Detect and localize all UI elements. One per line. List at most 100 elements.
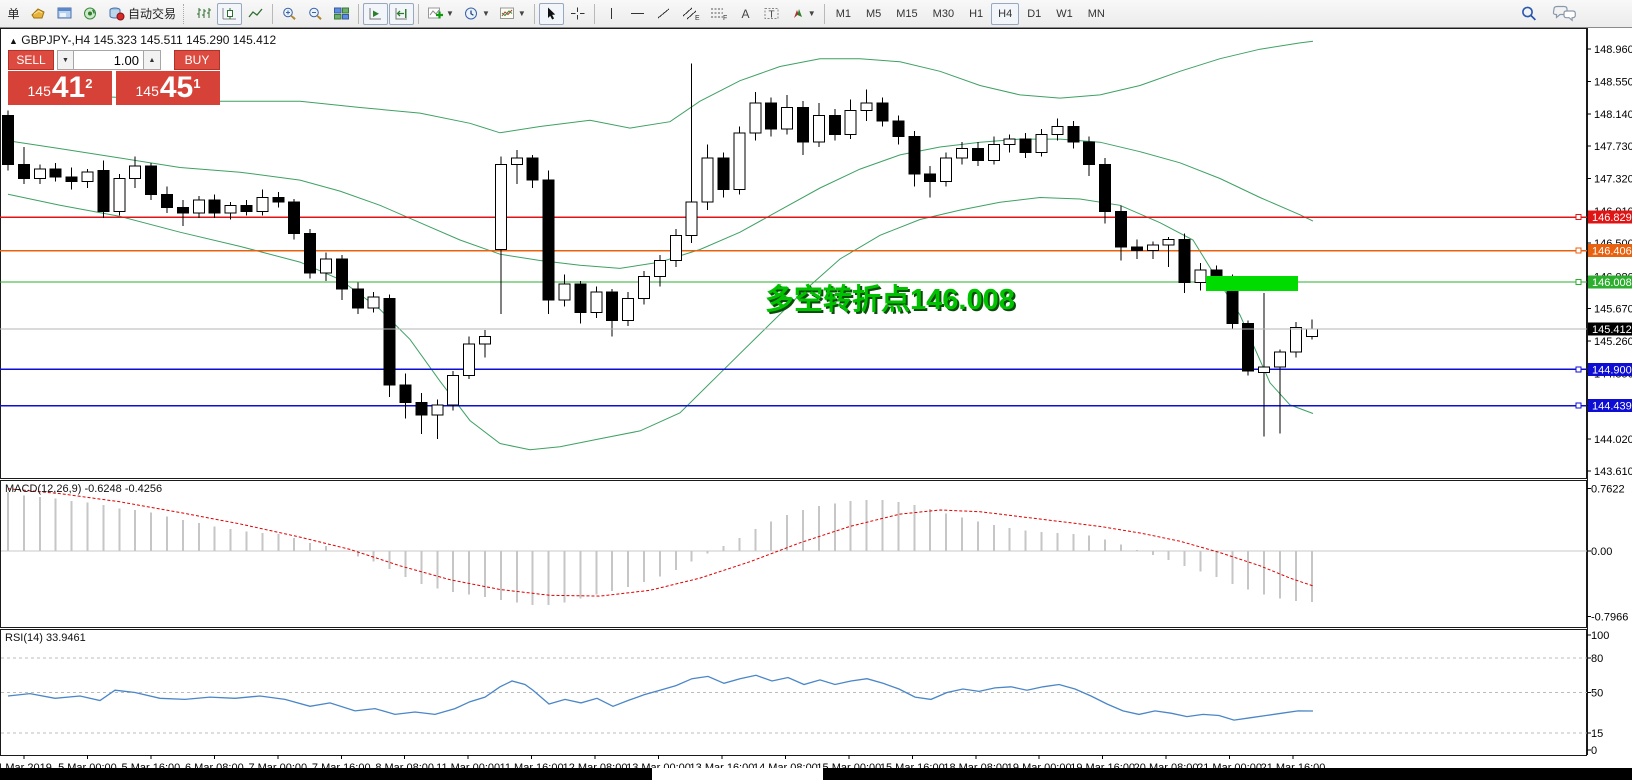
svg-text:0.7622: 0.7622 (1591, 484, 1625, 496)
vertical-line-tool-button[interactable] (599, 3, 624, 25)
svg-text:146.406: 146.406 (1592, 246, 1632, 258)
crosshair-icon (569, 6, 586, 21)
timeframe-m5[interactable]: M5 (859, 3, 888, 25)
bull-candle (1052, 126, 1063, 134)
buy-price-box[interactable]: 145 45 1 (116, 71, 220, 105)
volume-input[interactable] (74, 50, 144, 70)
bull-candle (1306, 329, 1317, 336)
volume-up-button[interactable]: ▲ (144, 50, 161, 70)
zoom-in-button[interactable] (277, 3, 302, 25)
sell-button[interactable]: SELL (8, 50, 54, 70)
main-toolbar: 单 自动交易 ▼ ▼ (0, 0, 1632, 28)
tile-windows-button[interactable] (329, 3, 354, 25)
bear-candle (241, 205, 252, 211)
panel-gap (161, 50, 174, 70)
bull-candle (861, 103, 872, 111)
label-tool-button[interactable]: T (759, 3, 784, 25)
bull-candle (782, 108, 793, 129)
cursor-tool-button[interactable] (539, 3, 564, 25)
buy-button[interactable]: BUY (174, 50, 220, 70)
trendline-tool-button[interactable] (651, 3, 676, 25)
svg-text:147.730: 147.730 (1594, 141, 1632, 153)
taskbar-gap (652, 768, 823, 780)
add-indicator-button[interactable]: ▼ (423, 3, 458, 25)
autotrade-button[interactable]: 自动交易 (104, 3, 180, 25)
buy-price-big: 45 (160, 73, 193, 103)
one-click-trading-panel: SELL ▼ ▲ BUY 145 41 2 145 45 1 (8, 50, 220, 105)
svg-text:0.00: 0.00 (1591, 546, 1612, 558)
add-indicator-icon (427, 6, 444, 21)
chart-canvas[interactable]: 148.960148.550148.140147.730147.320146.9… (0, 28, 1632, 768)
svg-text:144.439: 144.439 (1592, 401, 1632, 413)
rsi-axis-labels: 1008050150 (1587, 630, 1609, 757)
chart-title: GBPJPY-,H4 145.323 145.511 145.290 145.4… (21, 33, 276, 47)
blue-window-icon (56, 6, 73, 21)
bull-candle (34, 169, 45, 178)
crosshair-tool-button[interactable] (565, 3, 590, 25)
horizontal-line-icon (629, 6, 646, 21)
bear-candle (18, 164, 29, 178)
label-letter: T (768, 10, 774, 21)
fibonacci-icon: F (709, 6, 728, 21)
fibonacci-tool-button[interactable]: F (705, 3, 732, 25)
timeframe-d1[interactable]: D1 (1020, 3, 1048, 25)
timeframe-m1[interactable]: M1 (829, 3, 858, 25)
chart-shift-button[interactable] (389, 3, 414, 25)
hline-handle (1576, 403, 1581, 408)
svg-text:143.610: 143.610 (1594, 466, 1632, 478)
bull-candle (670, 235, 681, 260)
market-watch-icon[interactable] (26, 3, 51, 25)
bear-candle (1243, 324, 1254, 371)
template-icon (499, 6, 516, 21)
svg-text:148.960: 148.960 (1594, 44, 1632, 56)
horizontal-line-tool-button[interactable] (625, 3, 650, 25)
bear-candle (1100, 164, 1111, 211)
timeframe-h1[interactable]: H1 (962, 3, 990, 25)
text-tool-button[interactable]: A (733, 3, 758, 25)
periods-button[interactable]: ▼ (459, 3, 494, 25)
new-order-button-partial[interactable]: 单 (2, 3, 25, 25)
price-axis-ticks: 148.960148.550148.140147.730147.320146.9… (1587, 44, 1632, 478)
bull-candle (686, 202, 697, 235)
timeframe-m15[interactable]: M15 (889, 3, 924, 25)
channel-tool-button[interactable]: E (677, 3, 704, 25)
auto-scroll-button[interactable] (363, 3, 388, 25)
bull-candle (495, 164, 506, 249)
green-signal-icon (82, 6, 99, 21)
bull-candle (1290, 328, 1301, 352)
terminal-window-icon[interactable] (52, 3, 77, 25)
bear-candle (527, 158, 538, 180)
bull-candle (1259, 367, 1270, 373)
sell-price-big: 41 (52, 73, 85, 103)
timeframe-buttons: M1M5M15M30H1H4D1W1MN (829, 3, 1112, 25)
signal-icon[interactable] (78, 3, 103, 25)
bear-candle (718, 158, 729, 190)
bull-candle (257, 197, 268, 211)
timeframe-w1[interactable]: W1 (1049, 3, 1080, 25)
sell-price-prefix: 145 (28, 79, 51, 103)
autotrade-icon (108, 6, 125, 21)
chat-icon[interactable] (1552, 5, 1578, 22)
cursor-icon (543, 6, 560, 21)
search-icon[interactable] (1520, 5, 1538, 22)
svg-text:148.550: 148.550 (1594, 77, 1632, 89)
timeframe-h4[interactable]: H4 (991, 3, 1019, 25)
bull-candle (432, 405, 443, 415)
zoom-out-button[interactable] (303, 3, 328, 25)
arrows-tool-button[interactable]: ▼ (785, 3, 820, 25)
templates-button[interactable]: ▼ (495, 3, 530, 25)
bull-candle (623, 298, 634, 320)
volume-down-button[interactable]: ▼ (57, 50, 74, 70)
chart-collapse-icon[interactable]: ▲ (9, 36, 18, 46)
timeframe-m30[interactable]: M30 (926, 3, 961, 25)
candlestick-icon (221, 6, 238, 21)
clock-icon (463, 6, 480, 21)
bull-candle (130, 166, 141, 179)
candlestick-chart-type-button[interactable] (217, 3, 242, 25)
hline-handle (1576, 215, 1581, 220)
line-chart-type-button[interactable] (243, 3, 268, 25)
timeframe-mn[interactable]: MN (1081, 3, 1112, 25)
bar-chart-type-button[interactable] (191, 3, 216, 25)
sell-price-box[interactable]: 145 41 2 (8, 71, 112, 105)
bear-candle (336, 259, 347, 289)
